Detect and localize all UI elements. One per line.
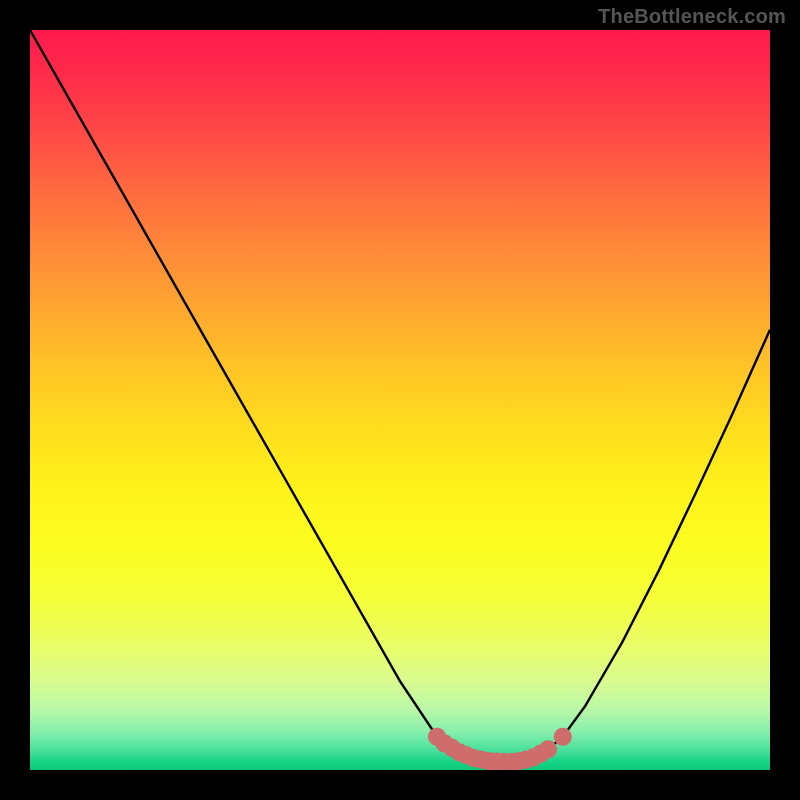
marker-dot	[540, 741, 557, 758]
chart-frame: TheBottleneck.com	[0, 0, 800, 800]
marker-dot	[554, 728, 571, 745]
plot-area	[30, 30, 770, 770]
chart-svg	[30, 30, 770, 770]
highlight-markers	[429, 728, 572, 770]
watermark-text: TheBottleneck.com	[598, 6, 786, 29]
bottleneck-curve	[30, 30, 770, 762]
